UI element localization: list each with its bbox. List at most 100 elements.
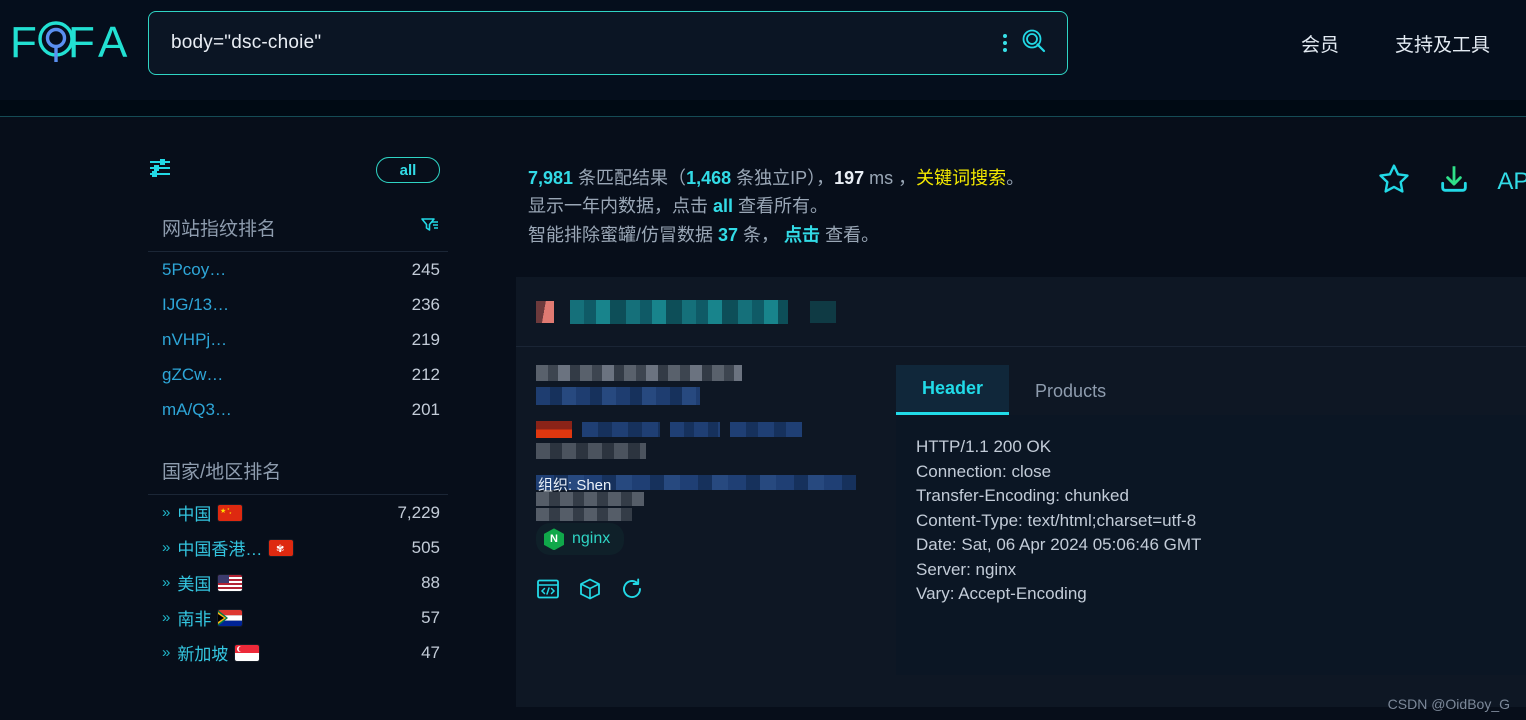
flag-cn-icon: ★ ★ ★ <box>218 504 243 521</box>
api-link[interactable]: API <box>1497 168 1526 196</box>
svg-text:✾: ✾ <box>276 544 284 555</box>
search-bar[interactable] <box>148 11 1068 75</box>
tab-header[interactable]: Header <box>896 365 1010 416</box>
list-item[interactable]: » 中国 ★ ★ ★ 7,229 <box>148 495 448 530</box>
redacted-url <box>536 387 700 406</box>
total-count: 7,981 <box>528 168 574 188</box>
list-item[interactable]: mA/Q3… 201 <box>148 392 448 427</box>
redacted-location <box>582 422 660 438</box>
fingerprint-count: 201 <box>411 399 440 419</box>
fofa-logo[interactable]: F F A <box>10 17 132 69</box>
redacted-flag <box>536 421 572 439</box>
search-icon[interactable] <box>1021 28 1047 59</box>
fingerprint-label: nVHPj… <box>162 329 228 349</box>
country-count: 88 <box>421 572 440 592</box>
funnel-filter-icon[interactable] <box>420 216 440 239</box>
country-label: 中国香港… <box>177 540 263 559</box>
fingerprint-panel: 网站指纹排名 5Pcoy… 245 IJG/13… 236 nVHPj… 219… <box>148 214 448 427</box>
search-mode-badge: 关键词搜索 <box>916 168 1007 188</box>
mode-suffix: 。 <box>1006 168 1025 188</box>
results-summary: 7,981 条匹配结果（1,468 条独立IP），197 ms ，关键词搜索。 … <box>516 150 1526 249</box>
download-icon[interactable] <box>1437 162 1471 201</box>
svg-text:A: A <box>98 18 128 67</box>
product-badge-label: nginx <box>572 530 611 548</box>
all-filter-button[interactable]: all <box>376 157 440 183</box>
chevron-right-icon: » <box>162 574 170 591</box>
list-item[interactable]: » 南非 57 <box>148 600 448 635</box>
result-card: 组织: Shen N nginx Header Products HTTP/1.… <box>516 277 1526 708</box>
fingerprint-label: gZCw… <box>162 364 224 384</box>
query-time: 197 <box>834 168 865 188</box>
line2-suffix: 查看所有。 <box>733 196 829 217</box>
list-item[interactable]: nVHPj… 219 <box>148 322 448 357</box>
sliders-filter-icon[interactable] <box>148 157 172 184</box>
flag-za-icon <box>218 609 243 626</box>
summary-line-3: 智能排除蜜罐/仿冒数据 37 条， 点击 查看。 <box>528 221 1526 249</box>
all-link[interactable]: all <box>713 196 733 216</box>
fingerprint-count: 236 <box>411 294 440 314</box>
fingerprint-label: IJG/13… <box>162 294 230 314</box>
nav-support-tools[interactable]: 支持及工具 <box>1395 30 1490 57</box>
honeypot-view-link[interactable]: 点击 <box>784 225 820 245</box>
list-item[interactable]: gZCw… 212 <box>148 357 448 392</box>
redacted-title <box>570 299 788 324</box>
cube-icon[interactable] <box>578 577 602 606</box>
flag-hk-icon: ✾ <box>269 539 294 556</box>
line3-prefix: 智能排除蜜罐/仿冒数据 <box>528 224 719 245</box>
header-divider-strip <box>0 100 1526 117</box>
flag-sg-icon <box>235 644 260 661</box>
redacted-asn <box>730 422 802 438</box>
redacted-meta <box>536 443 646 460</box>
country-label: 南非 <box>177 610 212 629</box>
fofa-search-page: F F A body="dsc-choie" 会员 支持及工具 all 网站指纹… <box>0 0 1526 720</box>
vertical-dots-icon[interactable] <box>1003 34 1007 52</box>
redacted-org-row-3 <box>536 508 632 522</box>
country-rows: » 中国 ★ ★ ★ 7,229 » 中国香港… ✾ 505 » 美国 88 »… <box>148 494 448 670</box>
main-content: API 7,981 条匹配结果（1,468 条独立IP），197 ms ，关键词… <box>516 150 1526 708</box>
code-window-icon[interactable] <box>536 577 560 606</box>
fingerprint-count: 212 <box>411 364 440 384</box>
refresh-icon[interactable] <box>620 577 644 606</box>
results-toolbar: API <box>1377 162 1526 201</box>
country-panel: 国家/地区排名 » 中国 ★ ★ ★ 7,229 » 中国香港… ✾ 505 »… <box>148 457 448 670</box>
flag-us-icon <box>218 574 243 591</box>
product-badge[interactable]: N nginx <box>536 523 625 556</box>
list-item[interactable]: IJG/13… 236 <box>148 287 448 322</box>
fingerprint-label: 5Pcoy… <box>162 259 227 279</box>
total-suffix: 条匹配结果（ <box>573 168 687 188</box>
redacted-isp <box>670 422 720 438</box>
watermark: CSDN @OidBoy_G <box>1387 696 1510 712</box>
svg-text:★: ★ <box>220 507 226 515</box>
country-count: 7,229 <box>397 502 440 522</box>
tab-products[interactable]: Products <box>1009 368 1132 415</box>
summary-line-1: 7,981 条匹配结果（1,468 条独立IP），197 ms ，关键词搜索。 <box>528 164 1526 192</box>
redacted-host <box>536 365 742 382</box>
result-tabs: Header Products <box>896 365 1526 416</box>
summary-line-2: 显示一年内数据，点击 all 查看所有。 <box>528 192 1526 220</box>
country-panel-title: 国家/地区排名 <box>162 462 282 483</box>
line2-prefix: 显示一年内数据，点击 <box>528 196 713 217</box>
country-label: 新加坡 <box>177 645 229 664</box>
star-icon[interactable] <box>1377 162 1411 201</box>
svg-text:F: F <box>10 18 38 67</box>
search-input[interactable] <box>149 12 1003 74</box>
country-count: 47 <box>421 642 440 662</box>
fingerprint-count: 219 <box>411 329 440 349</box>
country-label-group: » 南非 <box>162 605 243 630</box>
chevron-right-icon: » <box>162 539 170 556</box>
sidebar: all 网站指纹排名 5Pcoy… 245 IJG/13… 236 nVHPj…… <box>148 150 448 670</box>
list-item[interactable]: » 新加坡 47 <box>148 635 448 670</box>
list-item[interactable]: 5Pcoy… 245 <box>148 252 448 287</box>
list-item[interactable]: » 美国 88 <box>148 565 448 600</box>
country-label-group: » 美国 <box>162 570 243 595</box>
header-tab-panel: HTTP/1.1 200 OK Connection: close Transf… <box>896 415 1526 676</box>
country-label: 美国 <box>177 575 212 594</box>
svg-text:★: ★ <box>229 511 232 515</box>
result-tabs-region: Header Products HTTP/1.1 200 OK Connecti… <box>896 365 1526 676</box>
list-item[interactable]: » 中国香港… ✾ 505 <box>148 530 448 565</box>
fingerprint-count: 245 <box>411 259 440 279</box>
country-label-group: » 中国香港… ✾ <box>162 535 294 560</box>
redacted-tag <box>810 300 836 323</box>
country-count: 57 <box>421 607 440 627</box>
nav-member[interactable]: 会员 <box>1301 30 1339 57</box>
